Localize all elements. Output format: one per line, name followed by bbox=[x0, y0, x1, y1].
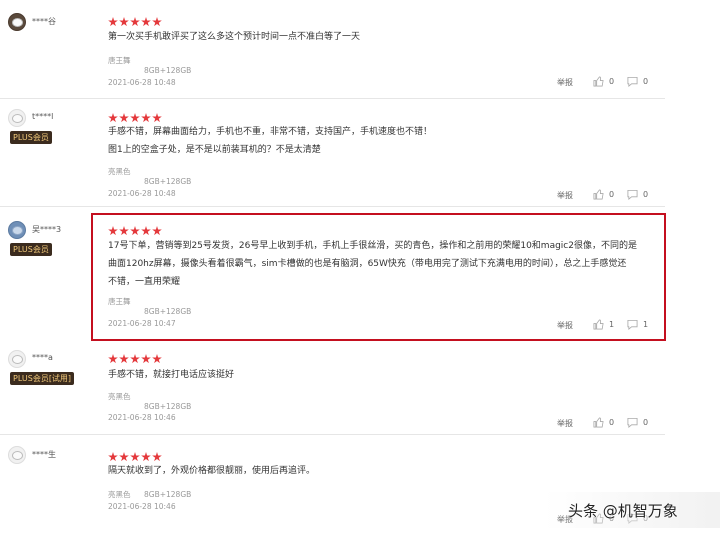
review-item: ****a PLUS会员[试用] 手感不错，就接打电话应该挺好 亮黑色 8GB+… bbox=[0, 342, 720, 434]
product-spec: 8GB+128GB bbox=[144, 177, 192, 186]
comment-icon bbox=[627, 189, 638, 200]
reply-count: 0 bbox=[643, 77, 649, 86]
reviewer-name[interactable]: ****生 bbox=[32, 449, 56, 460]
avatar[interactable] bbox=[8, 221, 26, 239]
like-count: 0 bbox=[609, 418, 615, 427]
product-variant: 唐王舞 bbox=[108, 56, 131, 65]
thumbs-up-icon bbox=[593, 189, 604, 200]
rating-stars bbox=[108, 349, 163, 364]
product-variant: 亮黑色 bbox=[108, 490, 131, 499]
product-variant: 亮黑色 bbox=[108, 167, 131, 176]
plus-member-badge: PLUS会员 bbox=[10, 243, 52, 256]
review-item: t****l PLUS会员 手感不错，屏幕曲面给力，手机也不重，非常不错，支持国… bbox=[0, 98, 720, 206]
review-text: 第一次买手机敢评买了这么多这个预计时间一点不准白等了一天 bbox=[108, 32, 361, 42]
product-spec: 8GB+128GB bbox=[144, 490, 192, 499]
plus-member-badge: PLUS会员[试用] bbox=[10, 372, 75, 385]
like-count: 0 bbox=[609, 190, 615, 199]
reply-count: 0 bbox=[643, 418, 649, 427]
avatar[interactable] bbox=[8, 109, 26, 127]
avatar[interactable] bbox=[8, 446, 26, 464]
report-button[interactable]: 举报 bbox=[557, 77, 573, 88]
product-spec: 8GB+128GB bbox=[144, 66, 192, 75]
review-date: 2021-06-28 10:48 bbox=[108, 189, 176, 198]
comment-icon bbox=[627, 417, 638, 428]
plus-member-badge: PLUS会员 bbox=[10, 131, 52, 144]
comment-icon bbox=[627, 76, 638, 87]
report-button[interactable]: 举报 bbox=[557, 418, 573, 429]
review-date: 2021-06-28 10:46 bbox=[108, 413, 176, 422]
review-date: 2021-06-28 10:48 bbox=[108, 78, 176, 87]
reviewer-name[interactable]: ****a bbox=[32, 353, 53, 362]
reviewer-name[interactable]: t****l bbox=[32, 112, 53, 121]
review-text: 手感不错，就接打电话应该挺好 bbox=[108, 370, 235, 380]
reply-count: 0 bbox=[643, 190, 649, 199]
rating-stars bbox=[108, 108, 163, 123]
reviewer-name[interactable]: ****谷 bbox=[32, 16, 56, 27]
review-date: 2021-06-28 10:46 bbox=[108, 502, 176, 511]
product-variant: 亮黑色 bbox=[108, 392, 131, 401]
thumbs-up-icon bbox=[593, 76, 604, 87]
review-item: ****谷 第一次买手机敢评买了这么多这个预计时间一点不准白等了一天 唐王舞 8… bbox=[0, 0, 720, 98]
rating-stars bbox=[108, 12, 163, 27]
thumbs-up-icon bbox=[593, 417, 604, 428]
like-count: 0 bbox=[609, 77, 615, 86]
review-text: 隔天就收到了，外观价格都很靓丽，使用后再追评。 bbox=[108, 466, 316, 476]
highlight-box bbox=[91, 213, 666, 341]
watermark: 头条 @机智万象 bbox=[568, 502, 678, 520]
report-button[interactable]: 举报 bbox=[557, 190, 573, 201]
review-text: 图1上的空盒子处，是不是以前装耳机的？不是太清楚 bbox=[108, 145, 321, 155]
rating-stars bbox=[108, 447, 163, 462]
avatar[interactable] bbox=[8, 350, 26, 368]
reviewer-name[interactable]: 吴****3 bbox=[32, 224, 61, 235]
review-text: 手感不错，屏幕曲面给力，手机也不重，非常不错，支持国产，手机速度也不错！ bbox=[108, 127, 433, 137]
product-spec: 8GB+128GB bbox=[144, 402, 192, 411]
avatar[interactable] bbox=[8, 13, 26, 31]
